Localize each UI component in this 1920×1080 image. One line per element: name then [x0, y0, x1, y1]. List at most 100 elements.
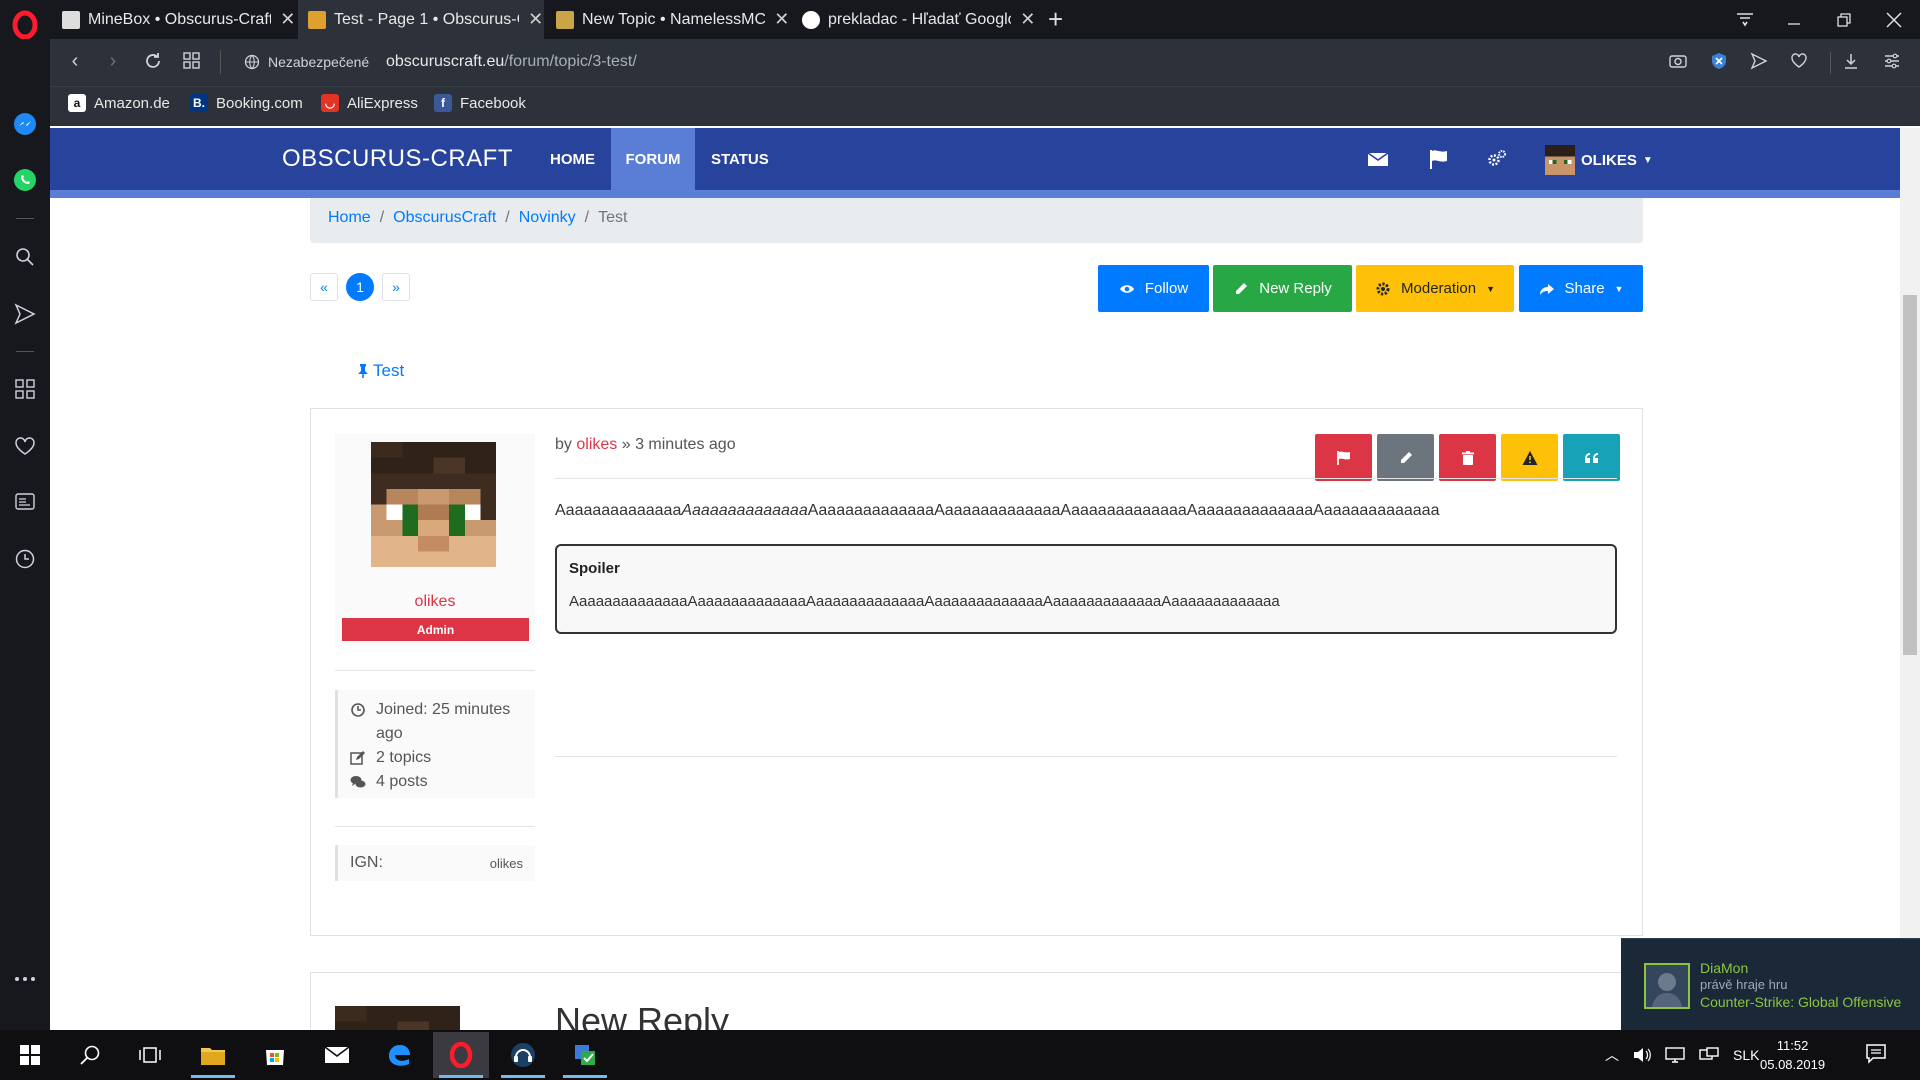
close-icon[interactable]: ✕ — [527, 9, 544, 30]
whatsapp-icon[interactable] — [12, 167, 38, 193]
bookmark-facebook[interactable]: f Facebook — [434, 94, 526, 112]
reload-icon[interactable] — [142, 50, 164, 72]
close-icon[interactable]: ✕ — [279, 9, 296, 30]
opera-logo-icon[interactable] — [10, 10, 40, 40]
close-icon[interactable]: ✕ — [1019, 9, 1036, 30]
envelope-icon[interactable] — [1367, 148, 1391, 172]
nav-forum[interactable]: FORUM — [611, 128, 695, 190]
teamspeak-icon[interactable] — [495, 1032, 551, 1078]
avatar[interactable] — [371, 442, 496, 567]
breadcrumb-home[interactable]: Home — [328, 209, 371, 227]
page-1-button[interactable]: 1 — [346, 273, 374, 301]
back-icon[interactable]: ‹ — [60, 50, 90, 73]
search-icon[interactable] — [62, 1032, 118, 1078]
tab-test-page[interactable]: Test - Page 1 • Obscurus-Craft ✕ — [298, 0, 544, 39]
restore-icon[interactable] — [1821, 0, 1867, 39]
messenger-icon[interactable] — [12, 111, 38, 137]
stat-posts: 4 posts — [350, 770, 523, 794]
follow-button[interactable]: Follow — [1098, 265, 1209, 312]
search-icon[interactable] — [12, 244, 38, 270]
display-icon[interactable] — [1699, 1047, 1719, 1063]
action-center-icon[interactable] — [1865, 1042, 1891, 1068]
mail-icon[interactable] — [309, 1032, 365, 1078]
new-reply-button[interactable]: New Reply — [1213, 265, 1352, 312]
bookmarks-heart-icon[interactable] — [12, 433, 38, 459]
flag-icon[interactable] — [1428, 148, 1452, 172]
minimize-icon[interactable] — [1771, 0, 1817, 39]
flow-icon[interactable] — [12, 301, 38, 327]
easy-setup-icon[interactable] — [1883, 52, 1907, 76]
download-icon[interactable] — [1842, 52, 1866, 76]
network-icon[interactable] — [1665, 1047, 1685, 1063]
taskbar-clock[interactable]: 11:52 05.08.2019 — [1760, 1036, 1825, 1074]
bookmark-booking[interactable]: B. Booking.com — [190, 94, 303, 112]
quote-post-button[interactable] — [1563, 434, 1620, 481]
edit-post-button[interactable] — [1377, 434, 1434, 481]
tab-menu-icon[interactable] — [1722, 0, 1768, 39]
opera-taskbar-icon[interactable] — [433, 1032, 489, 1078]
send-icon[interactable] — [1750, 52, 1774, 76]
spoiler-block[interactable]: Spoiler AaaaaaaaaaaaaaAaaaaaaaaaaaaaAaaa… — [555, 544, 1617, 634]
clock-icon — [351, 703, 365, 717]
post-author-name[interactable]: olikes — [335, 593, 535, 611]
page-favicon-icon — [556, 10, 574, 29]
edit-icon — [350, 751, 365, 765]
cog-icon — [1376, 282, 1390, 295]
scrollbar-thumb[interactable] — [1903, 295, 1917, 655]
bookmark-aliexpress[interactable]: ◡ AliExpress — [321, 94, 418, 112]
cogs-icon[interactable] — [1486, 148, 1510, 172]
breadcrumb-section[interactable]: ObscurusCraft — [393, 209, 496, 227]
microsoft-store-icon[interactable] — [247, 1032, 303, 1078]
site-brand[interactable]: OBSCURUS-CRAFT — [282, 145, 513, 173]
volume-icon[interactable] — [1633, 1047, 1651, 1063]
warn-user-button[interactable] — [1501, 434, 1558, 481]
user-menu[interactable]: OLIKES ▼ — [1545, 145, 1653, 175]
report-post-button[interactable] — [1315, 434, 1372, 481]
share-dropdown[interactable]: Share ▼ — [1519, 265, 1643, 312]
tab-google[interactable]: prekladac - Hľadať Googlom ✕ — [792, 0, 1036, 39]
input-language[interactable]: SLK — [1733, 1047, 1759, 1063]
url-field[interactable]: obscuruscraft.eu/forum/topic/3-test/ — [386, 53, 637, 71]
avatar — [335, 1006, 460, 1030]
more-options-icon[interactable] — [12, 966, 38, 992]
page-prev-button[interactable]: « — [310, 273, 338, 301]
amazon-icon: a — [68, 94, 86, 112]
delete-post-button[interactable] — [1439, 434, 1496, 481]
tab-new-topic[interactable]: New Topic • NamelessMC ✕ — [546, 0, 790, 39]
moderation-dropdown[interactable]: Moderation ▼ — [1356, 265, 1514, 312]
breadcrumb-category[interactable]: Novinky — [519, 209, 576, 227]
running-indicator — [563, 1075, 607, 1078]
spoiler-content: AaaaaaaaaaaaaaAaaaaaaaaaaaaaAaaaaaaaaaaa… — [569, 593, 1280, 610]
speed-dial-icon[interactable] — [183, 52, 201, 70]
profile-field-ign: IGN: olikes — [335, 845, 535, 881]
forward-icon[interactable]: › — [98, 50, 128, 73]
new-tab-icon[interactable]: + — [1048, 4, 1063, 35]
history-clock-icon[interactable] — [12, 546, 38, 572]
speed-dial-icon[interactable] — [12, 376, 38, 402]
tab-minebox[interactable]: MineBox • Obscurus-Craft ✕ — [52, 0, 296, 39]
nav-status[interactable]: STATUS — [697, 128, 783, 190]
camera-icon[interactable] — [1669, 52, 1693, 76]
flag-icon — [1336, 450, 1350, 465]
chevron-up-icon[interactable]: ︿ — [1605, 1045, 1619, 1065]
adblock-shield-icon[interactable] — [1710, 52, 1734, 76]
close-icon[interactable]: ✕ — [773, 9, 790, 30]
booking-icon: B. — [190, 94, 208, 112]
heart-icon[interactable] — [1790, 52, 1814, 76]
file-explorer-icon[interactable] — [185, 1032, 241, 1078]
task-view-icon[interactable] — [122, 1032, 178, 1078]
windows-start-icon[interactable] — [2, 1032, 58, 1078]
security-indicator[interactable]: Nezabezpečené — [244, 54, 369, 70]
news-icon[interactable] — [12, 489, 38, 515]
post-meta-author-link[interactable]: olikes — [576, 436, 617, 453]
divider — [555, 756, 1617, 757]
page-next-button[interactable]: » — [382, 273, 410, 301]
bookmark-amazon[interactable]: a Amazon.de — [68, 94, 170, 112]
sidebar-divider — [16, 351, 34, 352]
app-installer-icon[interactable] — [557, 1032, 613, 1078]
quote-icon — [1584, 452, 1598, 463]
window-close-icon[interactable] — [1871, 0, 1917, 39]
edge-icon[interactable] — [371, 1032, 427, 1078]
nav-home[interactable]: HOME — [536, 128, 609, 190]
running-indicator — [191, 1075, 235, 1078]
